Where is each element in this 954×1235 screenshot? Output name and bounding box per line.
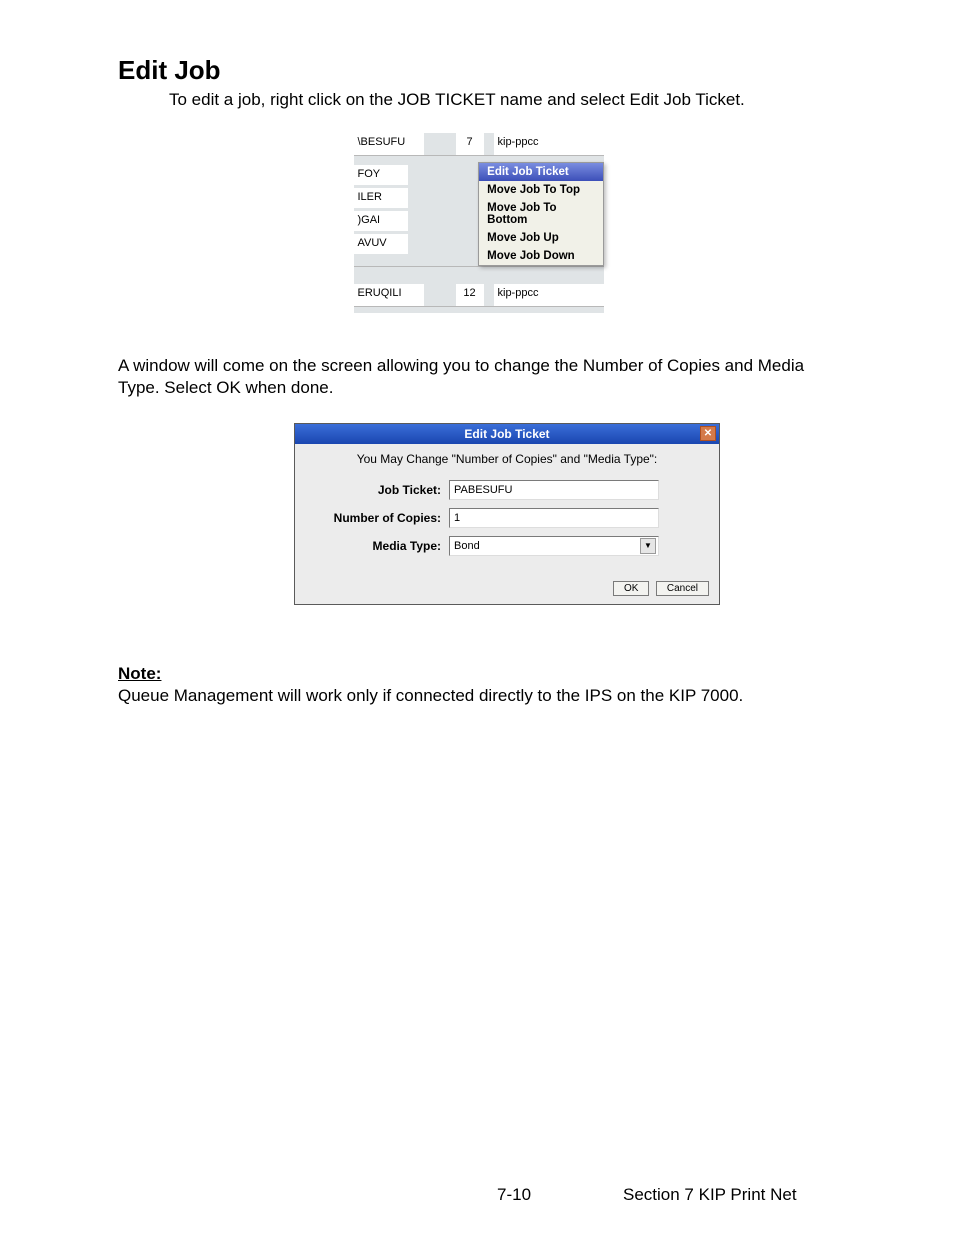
row-name: )GAI [354,208,409,231]
job-ticket-value: PABESUFU [454,484,512,496]
job-ticket-field[interactable]: PABESUFU [449,480,659,500]
intro-text: To edit a job, right click on the JOB TI… [169,89,839,111]
menu-item-down[interactable]: Move Job Down [479,247,602,265]
menu-item-edit[interactable]: Edit Job Ticket [479,163,602,181]
copies-field[interactable]: 1 [449,508,659,528]
chevron-down-icon[interactable]: ▼ [640,538,656,554]
media-label: Media Type: [309,539,449,553]
row-name: FOY [354,162,409,185]
dialog-instruction: You May Change "Number of Copies" and "M… [309,452,705,466]
row-text: kip-ppcc [494,133,604,155]
ok-button[interactable]: OK [613,581,649,596]
page-heading: Edit Job [118,55,839,86]
context-menu: Edit Job Ticket Move Job To Top Move Job… [478,162,603,266]
row-num: 12 [456,284,484,306]
menu-item-top[interactable]: Move Job To Top [479,181,602,199]
edit-job-dialog: Edit Job Ticket ✕ You May Change "Number… [294,423,720,605]
copies-value: 1 [454,512,460,524]
paragraph-2: A window will come on the screen allowin… [118,355,839,399]
copies-label: Number of Copies: [309,511,449,525]
job-ticket-label: Job Ticket: [309,483,449,497]
cancel-button[interactable]: Cancel [656,581,709,596]
row-name: ILER [354,185,409,208]
row-num: 7 [456,133,484,155]
row-name: \BESUFU [354,133,424,155]
media-dropdown[interactable]: Bond ▼ [449,536,659,556]
dialog-title: Edit Job Ticket ✕ [295,424,719,444]
note-text: Queue Management will work only if conne… [118,686,743,705]
row-name: AVUV [354,231,409,254]
context-menu-screenshot: \BESUFU 7 kip-ppcc FOY ILER )GAI AVUV Ed… [354,133,604,313]
section-label: Section 7 KIP Print Net [623,1185,797,1205]
row-text: kip-ppcc [494,284,604,306]
menu-item-up[interactable]: Move Job Up [479,229,602,247]
media-value: Bond [454,540,480,552]
dialog-title-text: Edit Job Ticket [464,427,549,441]
row-name: ERUQILI [354,284,424,306]
menu-item-bottom[interactable]: Move Job To Bottom [479,199,602,229]
close-icon[interactable]: ✕ [700,426,716,441]
note-label: Note: [118,664,161,683]
page-number: 7-10 [497,1185,531,1205]
